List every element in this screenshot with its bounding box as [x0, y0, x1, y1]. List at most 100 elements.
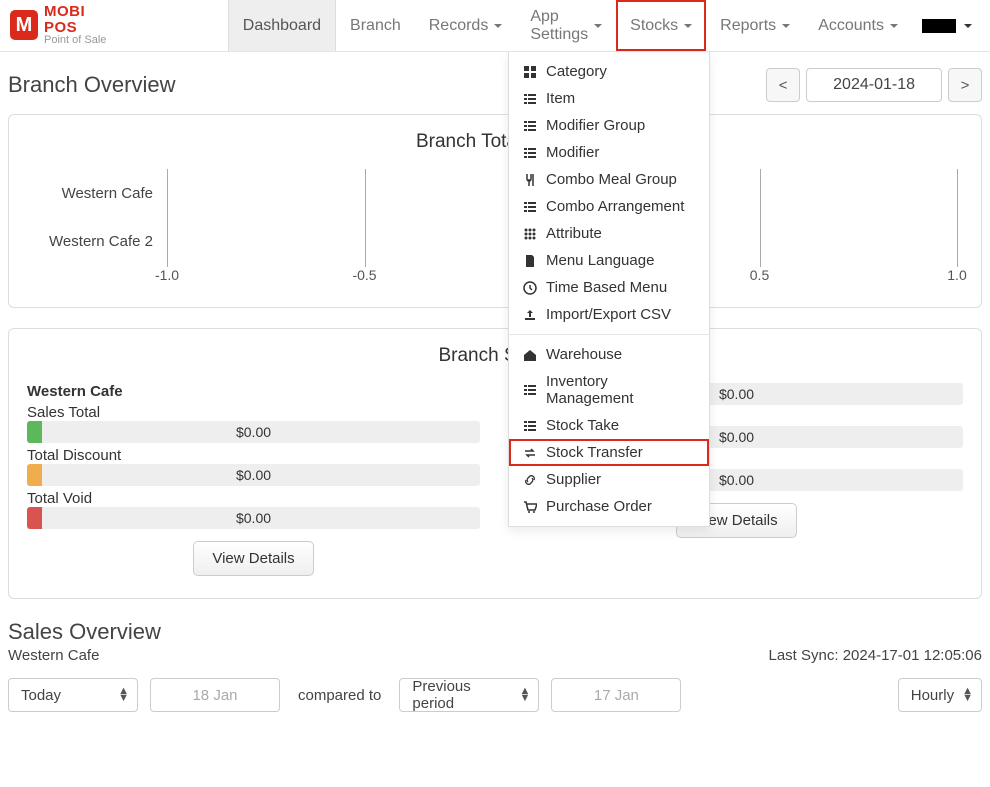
metric-value: $0.00	[719, 472, 754, 488]
chevron-down-icon	[964, 24, 972, 28]
menu-item-modifier[interactable]: Modifier	[509, 139, 709, 166]
nav-item-label: Records	[429, 17, 489, 35]
grid-icon	[523, 65, 537, 79]
menu-item-label: Menu Language	[546, 252, 654, 269]
menu-item-warehouse[interactable]: Warehouse	[509, 341, 709, 368]
menu-item-menu-language[interactable]: Menu Language	[509, 247, 709, 274]
cart-icon	[523, 500, 537, 514]
menu-item-modifier-group[interactable]: Modifier Group	[509, 112, 709, 139]
date-display[interactable]: 2024-01-18	[806, 68, 942, 102]
link-icon	[523, 473, 537, 487]
nav-item-label: Accounts	[818, 17, 884, 35]
menu-item-time-based-menu[interactable]: Time Based Menu	[509, 274, 709, 301]
brand-name: MOBI POS	[44, 4, 118, 36]
chevron-down-icon	[684, 24, 692, 28]
period2-date-input[interactable]	[551, 678, 681, 712]
nav-item-label: App Settings	[530, 8, 588, 44]
nav-item-app-settings[interactable]: App Settings	[516, 0, 616, 51]
menu-item-combo-meal-group[interactable]: Combo Meal Group	[509, 166, 709, 193]
menu-item-label: Attribute	[546, 225, 602, 242]
select-value: Today	[21, 687, 61, 704]
chart-gridline	[365, 169, 366, 267]
brand-logo: M MOBI POS Point of Sale	[0, 4, 128, 47]
menu-item-purchase-order[interactable]: Purchase Order	[509, 493, 709, 520]
branch-total-sales-panel: Branch Total Sales Western CafeWestern C…	[8, 114, 982, 308]
sales-column: Western Cafe Sales Total $0.00 Total Discou…	[27, 383, 480, 576]
date-prev-button[interactable]: <	[766, 68, 800, 102]
nav-item-dashboard[interactable]: Dashboard	[228, 0, 336, 51]
menu-item-supplier[interactable]: Supplier	[509, 466, 709, 493]
menu-item-label: Modifier	[546, 144, 599, 161]
top-navbar: M MOBI POS Point of Sale Dashboard Branch…	[0, 0, 990, 52]
user-menu[interactable]	[912, 19, 982, 33]
nav-item-label: Reports	[720, 17, 776, 35]
menu-item-label: Time Based Menu	[546, 279, 667, 296]
menu-item-label: Supplier	[546, 471, 601, 488]
chevron-down-icon	[594, 24, 602, 28]
sales-overview-branch: Western Cafe	[8, 647, 99, 664]
fork-icon	[523, 173, 537, 187]
view-details-button[interactable]: View Details	[193, 541, 313, 576]
chart-tick-label: 1.0	[947, 267, 966, 283]
menu-item-import-export-csv[interactable]: Import/Export CSV	[509, 301, 709, 328]
chart-tick-label: -1.0	[155, 267, 179, 283]
period1-select[interactable]: Today ▲▼	[8, 678, 138, 712]
last-sync-label: Last Sync: 2024-17-01 12:05:06	[769, 647, 983, 664]
menu-item-label: Modifier Group	[546, 117, 645, 134]
menu-item-label: Purchase Order	[546, 498, 652, 515]
home-icon	[523, 348, 537, 362]
swap-icon	[523, 446, 537, 460]
updown-icon: ▲▼	[118, 688, 129, 701]
menu-divider	[509, 334, 709, 335]
menu-item-combo-arrangement[interactable]: Combo Arrangement	[509, 193, 709, 220]
dots-icon	[523, 227, 537, 241]
metric-value: $0.00	[719, 386, 754, 402]
date-next-button[interactable]: >	[948, 68, 982, 102]
upload-icon	[523, 308, 537, 322]
menu-item-stock-take[interactable]: Stock Take	[509, 412, 709, 439]
metric-bar: $0.00	[27, 507, 480, 529]
list-icon	[523, 419, 537, 433]
menu-item-inventory-management[interactable]: Inventory Management	[509, 368, 709, 412]
period2-select[interactable]: Previous period ▲▼	[399, 678, 539, 712]
granularity-select[interactable]: Hourly ▲▼	[898, 678, 982, 712]
metric-label: Total Discount	[27, 447, 480, 464]
sales-column-title: Western Cafe	[27, 383, 480, 400]
clock-icon	[523, 281, 537, 295]
branch-overview-title: Branch Overview	[8, 72, 176, 98]
nav-item-label: Branch	[350, 17, 401, 35]
menu-item-category[interactable]: Category	[509, 58, 709, 85]
nav-item-records[interactable]: Records	[415, 0, 517, 51]
metric-label: Sales Total	[27, 404, 480, 421]
compare-row: Today ▲▼ compared to Previous period ▲▼ …	[8, 678, 982, 712]
brand-tagline: Point of Sale	[44, 35, 118, 47]
menu-item-attribute[interactable]: Attribute	[509, 220, 709, 247]
menu-item-label: Combo Arrangement	[546, 198, 684, 215]
stocks-dropdown: Category Item Modifier Group Modifier Combo …	[508, 52, 710, 527]
chart-tick-label: -0.5	[352, 267, 376, 283]
period1-date-input[interactable]	[150, 678, 280, 712]
menu-item-stock-transfer[interactable]: Stock Transfer	[509, 439, 709, 466]
nav-item-accounts[interactable]: Accounts	[804, 0, 912, 51]
nav-item-stocks[interactable]: Stocks	[616, 0, 706, 51]
chevron-down-icon	[494, 24, 502, 28]
compared-to-label: compared to	[298, 687, 381, 704]
list-icon	[523, 383, 537, 397]
menu-item-item[interactable]: Item	[509, 85, 709, 112]
menu-item-label: Inventory Management	[546, 373, 695, 407]
menu-item-label: Item	[546, 90, 575, 107]
menu-item-label: Warehouse	[546, 346, 622, 363]
panel-title: Branch Total Sales	[27, 131, 963, 153]
metric-value: $0.00	[236, 424, 271, 440]
sales-overview-title: Sales Overview	[8, 619, 982, 645]
menu-item-label: Stock Take	[546, 417, 619, 434]
nav-item-label: Dashboard	[243, 17, 321, 35]
chart-tick-label: 0.5	[750, 267, 769, 283]
chart-gridline	[957, 169, 958, 267]
nav-item-reports[interactable]: Reports	[706, 0, 804, 51]
chart-category-label: Western Cafe	[27, 185, 167, 202]
chart-body: Western CafeWestern Cafe 2-1.0-0.50.51.0	[27, 169, 963, 285]
nav-item-branch[interactable]: Branch	[336, 0, 415, 51]
bar-fill	[27, 421, 42, 443]
metric-bar: $0.00	[27, 421, 480, 443]
